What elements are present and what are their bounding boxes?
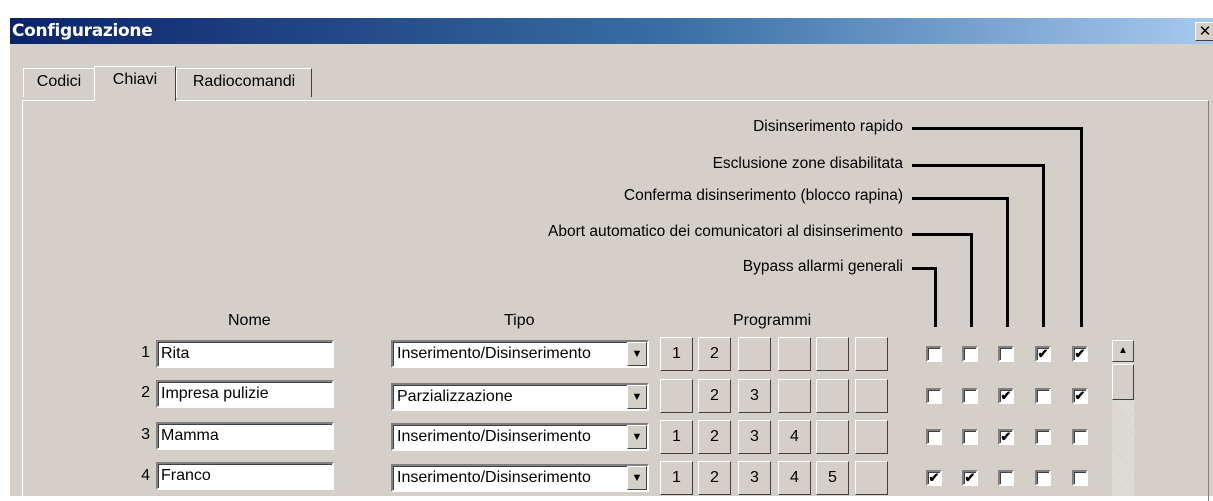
- connector-line: [934, 267, 937, 327]
- conferma-checkbox[interactable]: [998, 346, 1014, 362]
- rapido-checkbox[interactable]: ✔: [1072, 388, 1088, 404]
- tipo-select[interactable]: Inserimento/Disinserimento ▼: [391, 340, 649, 368]
- programma-button[interactable]: [855, 379, 888, 413]
- programma-button[interactable]: 4: [778, 461, 811, 495]
- programma-button[interactable]: 2: [698, 461, 731, 495]
- programma-button[interactable]: [778, 337, 811, 371]
- vertical-scrollbar[interactable]: ▲: [1112, 340, 1134, 496]
- connector-line: [1042, 164, 1045, 327]
- abort-checkbox[interactable]: [962, 346, 978, 362]
- programma-button[interactable]: 3: [738, 461, 771, 495]
- programma-button[interactable]: 5: [816, 461, 849, 495]
- connector-line: [970, 233, 973, 327]
- tipo-select[interactable]: Inserimento/Disinserimento ▼: [391, 423, 649, 451]
- connector-line: [912, 164, 1045, 167]
- esclusione-checkbox[interactable]: [1035, 470, 1051, 486]
- tab-radiocomandi[interactable]: Radiocomandi: [176, 68, 312, 97]
- connector-line: [912, 233, 973, 236]
- programma-button[interactable]: [778, 379, 811, 413]
- tab-chiavi[interactable]: Chiavi: [94, 66, 176, 101]
- programma-button[interactable]: 1: [660, 420, 693, 454]
- row-number: 4: [141, 467, 150, 484]
- programma-button[interactable]: [816, 337, 849, 371]
- chevron-down-icon[interactable]: ▼: [627, 385, 647, 409]
- abort-checkbox[interactable]: ✔: [962, 470, 978, 486]
- programma-button[interactable]: 2: [698, 337, 731, 371]
- chevron-down-icon[interactable]: ▼: [627, 425, 647, 449]
- chevron-down-icon[interactable]: ▼: [627, 342, 647, 366]
- programma-button[interactable]: [855, 337, 888, 371]
- conferma-checkbox[interactable]: ✔: [998, 388, 1014, 404]
- nome-field[interactable]: Franco: [156, 462, 334, 490]
- programma-button[interactable]: 3: [738, 379, 771, 413]
- conferma-checkbox[interactable]: ✔: [998, 429, 1014, 445]
- option-label-disinserimento-rapido: Disinserimento rapido: [753, 118, 903, 135]
- tipo-select[interactable]: Parzializzazione ▼: [391, 383, 649, 411]
- tipo-value: Parzializzazione: [397, 388, 513, 405]
- rapido-checkbox[interactable]: [1072, 470, 1088, 486]
- connector-line: [912, 127, 1083, 130]
- tab-label: Chiavi: [112, 71, 158, 88]
- programma-button[interactable]: [738, 337, 771, 371]
- nome-field[interactable]: Rita: [156, 340, 334, 368]
- connector-line: [912, 197, 1009, 200]
- scroll-thumb[interactable]: [1112, 364, 1134, 400]
- connector-line: [1006, 197, 1009, 327]
- bypass-checkbox[interactable]: ✔: [926, 470, 942, 486]
- abort-checkbox[interactable]: [962, 429, 978, 445]
- row-number: 2: [141, 384, 150, 401]
- tipo-value: Inserimento/Disinserimento: [397, 469, 591, 486]
- esclusione-checkbox[interactable]: ✔: [1035, 346, 1051, 362]
- arrow-up-icon[interactable]: ▲: [1112, 340, 1134, 362]
- programma-button[interactable]: [855, 420, 888, 454]
- programma-button[interactable]: 3: [738, 420, 771, 454]
- programma-button[interactable]: 2: [698, 420, 731, 454]
- esclusione-checkbox[interactable]: [1035, 388, 1051, 404]
- tipo-value: Inserimento/Disinserimento: [397, 345, 591, 362]
- close-icon: ✕: [1198, 22, 1212, 40]
- option-label-bypass-allarmi: Bypass allarmi generali: [742, 258, 903, 275]
- row-number: 1: [141, 344, 150, 361]
- tipo-select[interactable]: Inserimento/Disinserimento ▼: [391, 464, 649, 492]
- header-programmi: Programmi: [733, 312, 812, 329]
- option-label-esclusione-zone: Esclusione zone disabilitata: [712, 155, 903, 172]
- header-tipo: Tipo: [504, 312, 535, 329]
- header-nome: Nome: [228, 312, 271, 329]
- tab-label: Codici: [36, 73, 82, 90]
- nome-field[interactable]: Mamma: [156, 422, 334, 450]
- programma-button[interactable]: [816, 420, 849, 454]
- nome-field[interactable]: Impresa pulizie: [156, 380, 334, 408]
- programma-button[interactable]: 1: [660, 461, 693, 495]
- tab-label: Radiocomandi: [192, 73, 296, 90]
- row-number: 3: [141, 426, 150, 443]
- rapido-checkbox[interactable]: [1072, 429, 1088, 445]
- abort-checkbox[interactable]: [962, 388, 978, 404]
- chevron-down-icon[interactable]: ▼: [627, 466, 647, 490]
- bypass-checkbox[interactable]: [926, 346, 942, 362]
- programma-button[interactable]: 2: [698, 379, 731, 413]
- programma-button[interactable]: 1: [660, 337, 693, 371]
- programma-button[interactable]: 4: [778, 420, 811, 454]
- programma-button[interactable]: [816, 379, 849, 413]
- bypass-checkbox[interactable]: [926, 429, 942, 445]
- window-title: Configurazione: [12, 21, 153, 41]
- tipo-value: Inserimento/Disinserimento: [397, 428, 591, 445]
- close-button[interactable]: ✕: [1195, 22, 1213, 41]
- bypass-checkbox[interactable]: [926, 388, 942, 404]
- programma-button[interactable]: [660, 379, 693, 413]
- rapido-checkbox[interactable]: ✔: [1072, 346, 1088, 362]
- title-bar: Configurazione ✕: [10, 18, 1213, 44]
- option-label-conferma-disinserimento: Conferma disinserimento (blocco rapina): [623, 187, 903, 204]
- tab-codici[interactable]: Codici: [23, 68, 95, 97]
- option-label-abort-automatico: Abort automatico dei comunicatori al dis…: [548, 223, 903, 240]
- esclusione-checkbox[interactable]: [1035, 429, 1051, 445]
- connector-line: [1080, 127, 1083, 327]
- conferma-checkbox[interactable]: [998, 470, 1014, 486]
- programma-button[interactable]: [855, 461, 888, 495]
